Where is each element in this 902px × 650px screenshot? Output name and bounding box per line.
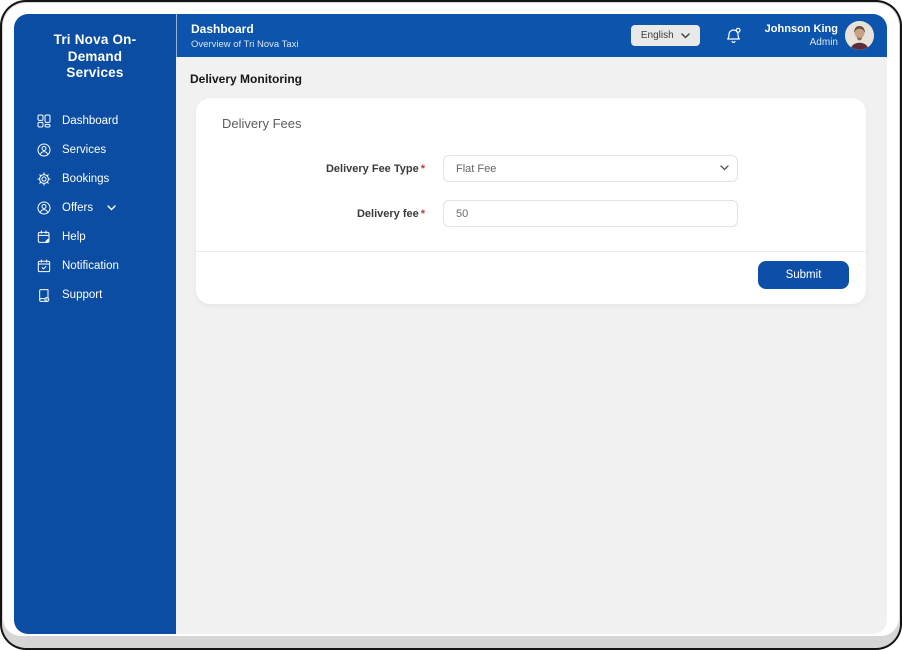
user-circle-icon (36, 200, 52, 216)
card-title: Delivery Fees (222, 116, 302, 131)
form-row: Delivery fee * (196, 200, 866, 227)
user-role: Admin (809, 37, 838, 48)
sidebar-item-help[interactable]: Help (14, 223, 176, 252)
form-row: Delivery Fee Type * Flat Fee (196, 155, 866, 182)
user-name: Johnson King (764, 23, 838, 35)
sidebar-item-dashboard[interactable]: Dashboard (14, 107, 176, 136)
topbar-titles: Dashboard Overview of Tri Nova Taxi (177, 22, 299, 50)
page-title: Dashboard (191, 21, 254, 36)
card-footer: Submit (196, 252, 866, 289)
sidebar-item-label: Offers (62, 202, 94, 214)
user-circle-icon (36, 142, 52, 158)
dashboard-grid-icon (36, 113, 52, 129)
required-asterisk: * (420, 162, 425, 175)
topbar-actions: English Johnson King Admin (630, 21, 887, 50)
required-asterisk: * (420, 207, 425, 220)
sidebar-item-label: Services (62, 144, 107, 156)
sidebar-item-label: Notification (62, 260, 119, 272)
sidebar-item-notification[interactable]: Notification (14, 252, 176, 281)
avatar[interactable] (845, 21, 874, 50)
chevron-down-icon (680, 32, 690, 39)
user-menu[interactable]: Johnson King Admin (765, 23, 838, 48)
delivery-fee-type-select[interactable]: Flat Fee (443, 155, 738, 182)
sidebar-item-label: Bookings (62, 173, 110, 185)
app-surface: Tri Nova On-Demand Services Dashboard Se… (3, 3, 899, 636)
delivery-fee-type-select-input[interactable]: Flat Fee (443, 155, 738, 182)
sidebar-item-services[interactable]: Services (14, 136, 176, 165)
main-column: Dashboard Overview of Tri Nova Taxi Engl… (176, 14, 887, 634)
sidebar-item-offers[interactable]: Offers (14, 194, 176, 223)
calendar-check-icon (36, 258, 52, 274)
book-badge-icon (36, 287, 52, 303)
delivery-fees-card: Delivery Fees Delivery Fee Type * Flat Fe… (196, 98, 866, 304)
notification-bell-icon[interactable] (724, 26, 743, 46)
topbar: Dashboard Overview of Tri Nova Taxi Engl… (176, 14, 887, 57)
section-heading: Delivery Monitoring (190, 72, 303, 86)
sidebar: Tri Nova On-Demand Services Dashboard Se… (14, 14, 176, 634)
submit-button[interactable]: Submit (758, 261, 849, 289)
gear-icon (36, 171, 52, 187)
brand-title: Tri Nova On-Demand Services (53, 32, 137, 80)
sidebar-item-label: Help (62, 231, 86, 243)
app-window: Tri Nova On-Demand Services Dashboard Se… (0, 0, 902, 650)
language-selector[interactable]: English (630, 25, 700, 46)
delivery-fees-form: Delivery Fee Type * Flat Fee Delivery fe… (196, 155, 866, 227)
sidebar-item-support[interactable]: Support (14, 281, 176, 310)
delivery-fee-input[interactable] (443, 200, 738, 227)
delivery-fee-type-label: Delivery Fee Type * (325, 162, 425, 175)
calendar-pen-icon (36, 229, 52, 245)
content-area: Delivery Monitoring Delivery Fees Delive… (176, 57, 887, 634)
sidebar-item-label: Support (62, 289, 103, 301)
chevron-down-icon (107, 205, 116, 211)
delivery-fee-label: Delivery fee * (356, 207, 425, 220)
language-label: English (640, 30, 674, 41)
page-subtitle: Overview of Tri Nova Taxi (191, 38, 299, 50)
sidebar-item-label: Dashboard (62, 115, 119, 127)
sidebar-item-bookings[interactable]: Bookings (14, 165, 176, 194)
sidebar-nav: Dashboard Services Bookings Offers Help … (14, 107, 176, 310)
